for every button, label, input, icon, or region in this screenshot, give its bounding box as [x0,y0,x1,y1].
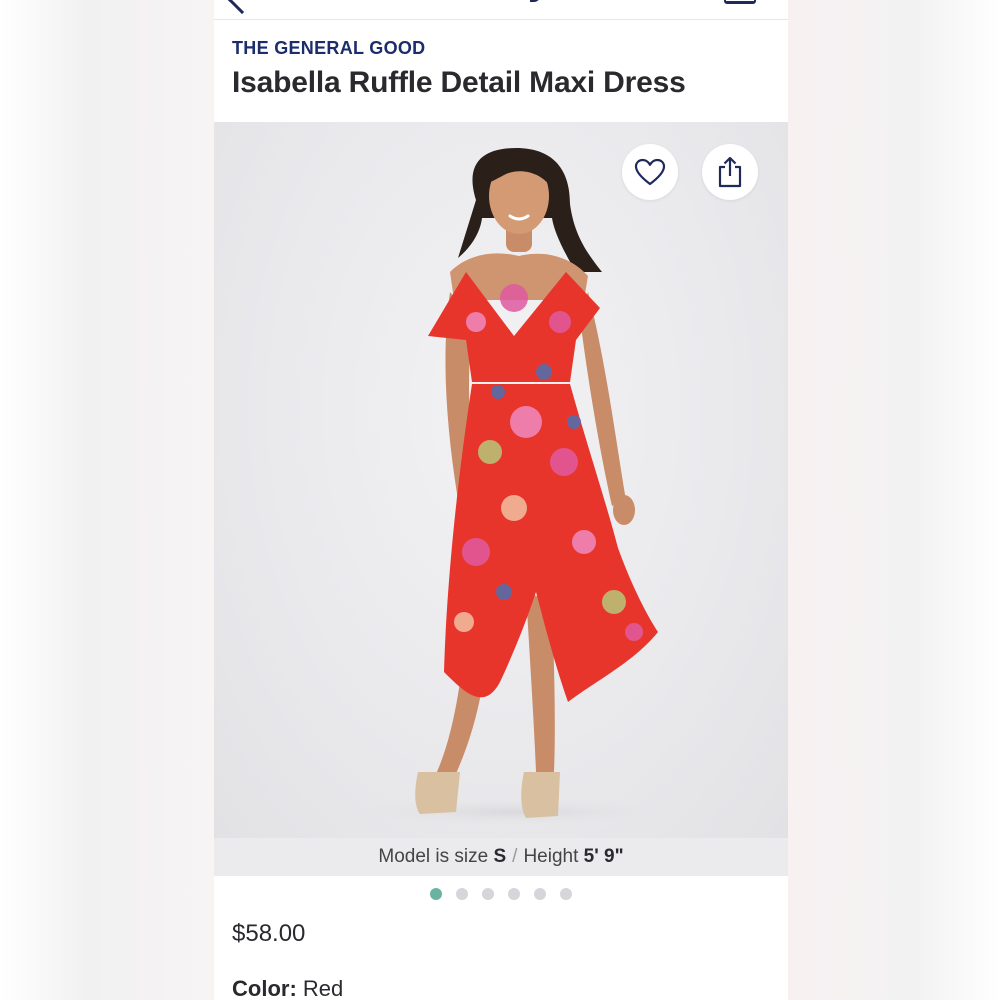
carousel-indicator [214,888,788,902]
carousel-dot[interactable] [482,888,494,900]
color-selection: Color: Red [232,976,343,1000]
background-blur-left [0,0,214,1000]
nav-title-fragment [530,0,540,2]
color-label: Color: [232,976,297,1000]
carousel-dot[interactable] [456,888,468,900]
share-button[interactable] [702,144,758,200]
carousel-dot[interactable] [430,888,442,900]
product-price: $58.00 [232,920,306,947]
menu-icon[interactable] [724,0,756,4]
color-value: Red [302,976,344,1000]
carousel-dot[interactable] [560,888,572,900]
model-photo [344,148,684,826]
model-size: S [493,846,507,867]
chevron-left-icon[interactable] [227,0,257,15]
caption-separator: / [512,846,518,867]
carousel-dot[interactable] [508,888,520,900]
caption-prefix: Model is size [378,846,489,867]
background-blur-right [788,0,1000,1000]
brand-name[interactable]: THE GENERAL GOOD [232,38,425,59]
share-icon [718,156,742,188]
product-image[interactable] [214,122,788,838]
model-info-caption: Model is size S / Height 5' 9" [214,838,788,876]
top-nav [214,0,788,20]
height-label: Height [523,846,579,867]
favorite-button[interactable] [622,144,678,200]
product-title: Isabella Ruffle Detail Maxi Dress [232,66,686,99]
heart-icon [634,158,666,186]
product-page: THE GENERAL GOOD Isabella Ruffle Detail … [214,0,788,1000]
model-height: 5' 9" [583,846,624,867]
carousel-dot[interactable] [534,888,546,900]
